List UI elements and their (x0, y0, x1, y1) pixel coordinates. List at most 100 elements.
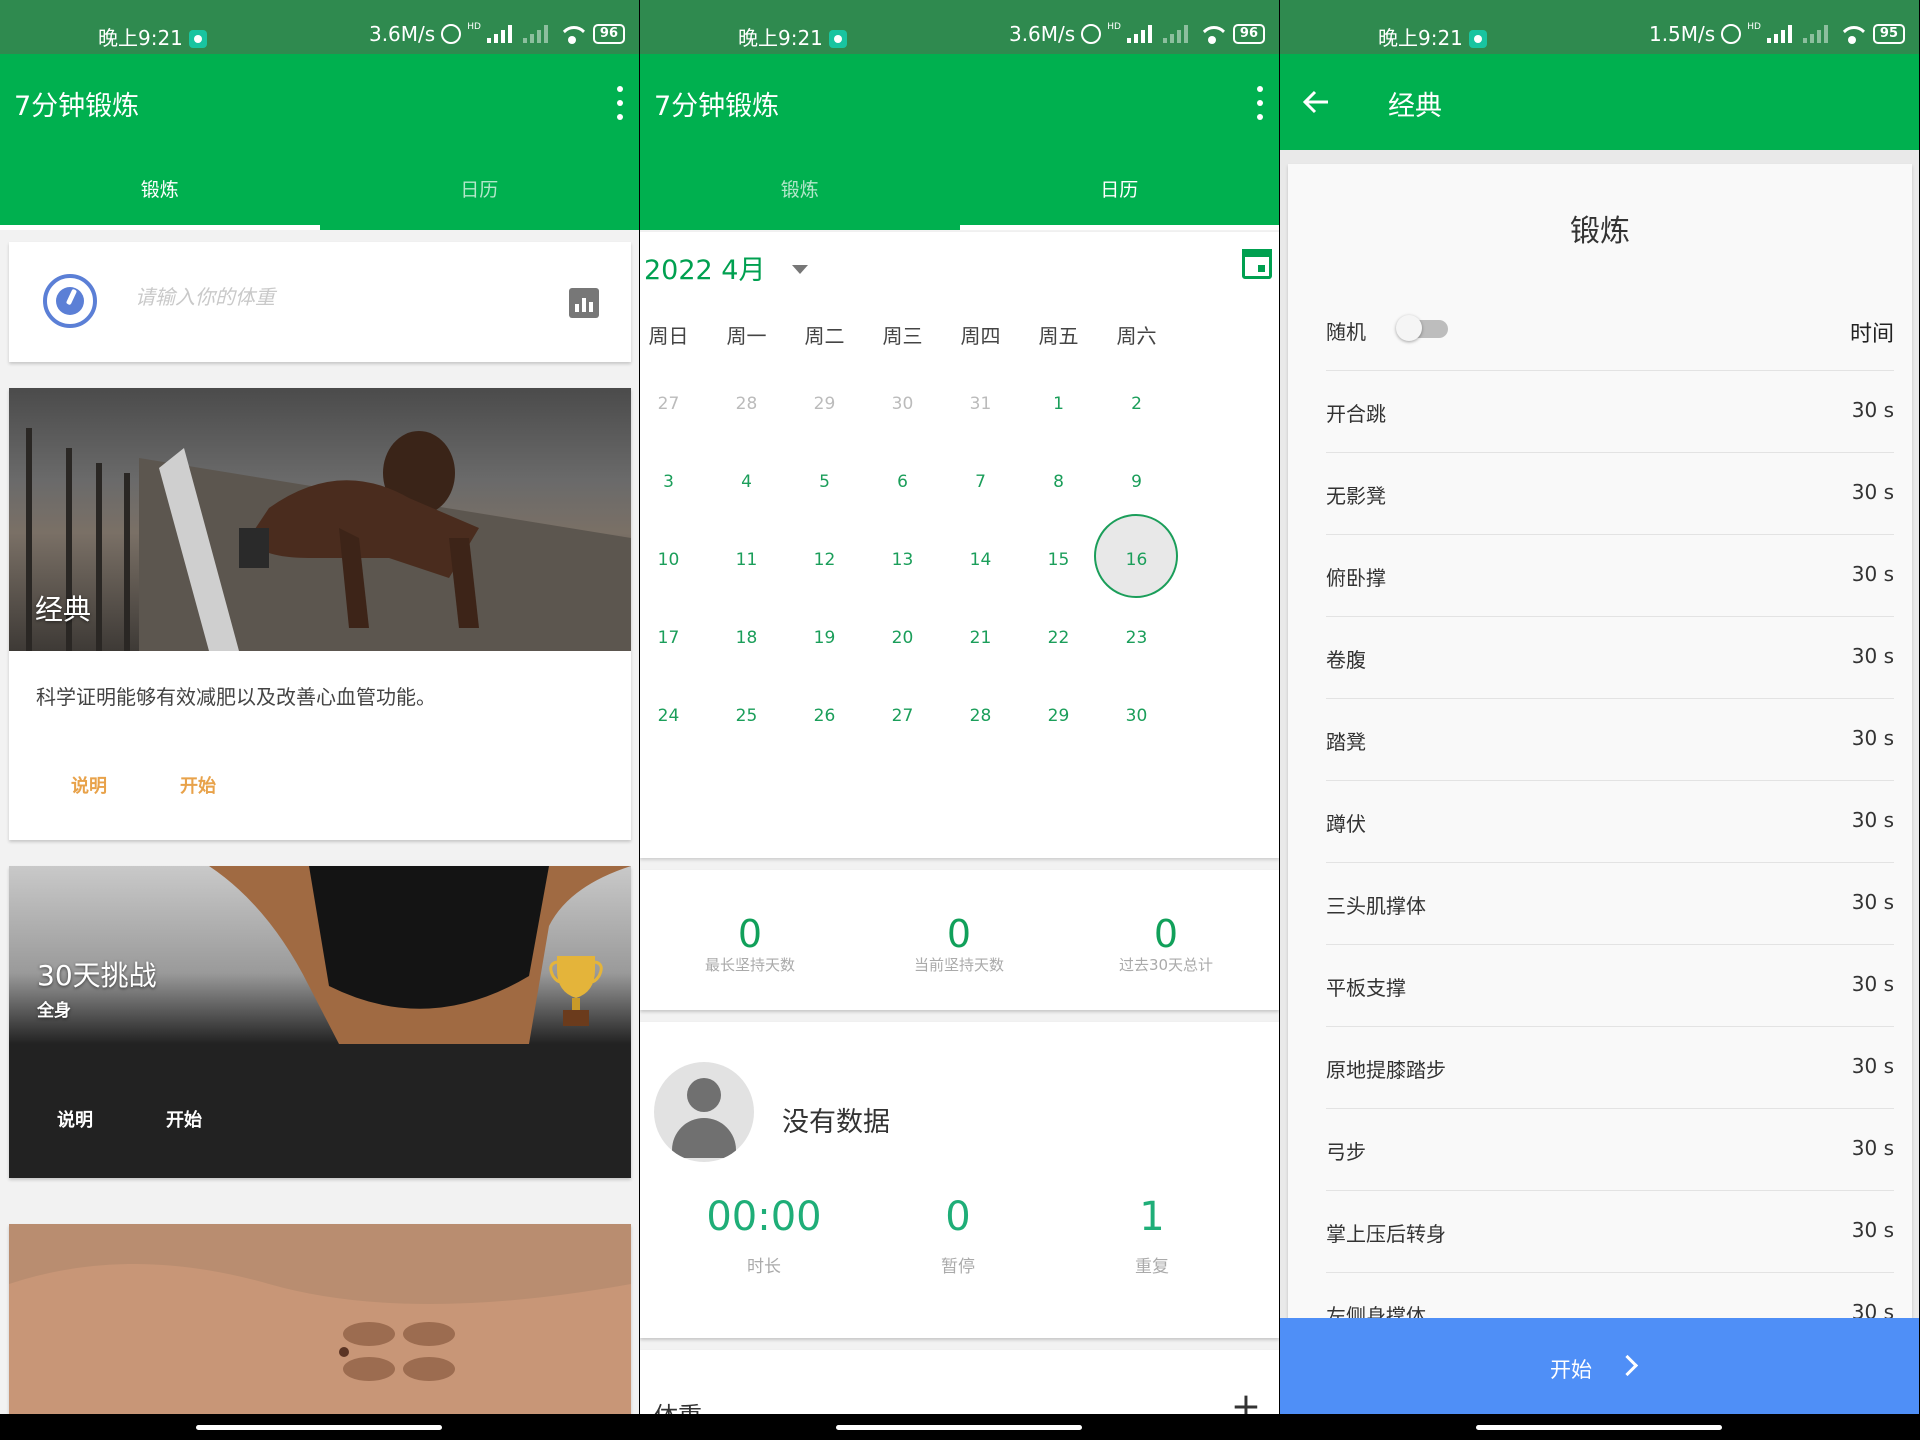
stat-last-30-days: 0 过去30天总计 (1066, 914, 1266, 975)
random-toggle[interactable] (1396, 315, 1448, 341)
exercise-row[interactable]: 掌上压后转身 30 s (1326, 1190, 1894, 1273)
hd-label: HD (1107, 22, 1121, 32)
exercise-row[interactable]: 卷腹 30 s (1326, 616, 1894, 699)
battery-indicator: 95 (1872, 24, 1905, 44)
calendar-day[interactable]: 9 (1091, 472, 1182, 492)
exercise-duration: 30 s (1851, 726, 1894, 750)
metric-pauses: 0 暂停 (858, 1194, 1058, 1277)
calendar-day[interactable]: 23 (1091, 628, 1182, 648)
home-indicator[interactable] (1476, 1425, 1722, 1430)
stat-label: 过去30天总计 (1118, 956, 1214, 974)
exercise-row[interactable]: 平板支撑 30 s (1326, 944, 1894, 1027)
stat-value: 0 (737, 912, 763, 956)
challenge-start-button[interactable]: 开始 (166, 1106, 202, 1132)
trophy-icon (549, 956, 603, 1026)
tab-workouts[interactable]: 锻炼 (0, 150, 320, 230)
calendar-screen: 晚上9:21 3.6M/s HD 96 7分钟锻炼 锻炼 日历 2022 4月 … (640, 0, 1279, 1440)
abs-workout-card (9, 1224, 631, 1440)
status-icons: 3.6M/s HD 96 (369, 22, 625, 46)
home-indicator[interactable] (196, 1425, 442, 1430)
weight-input[interactable] (133, 284, 437, 310)
security-icon (188, 30, 207, 48)
classic-explain-button[interactable]: 说明 (71, 772, 107, 798)
status-time: 晚上9:21 (738, 22, 847, 51)
signal-icon (486, 25, 517, 43)
exercise-row[interactable]: 原地提膝踏步 30 s (1326, 1026, 1894, 1109)
exercise-name: 蹲伏 (1326, 812, 1366, 836)
battery-indicator: 96 (592, 24, 625, 44)
bar-chart-icon[interactable] (569, 288, 599, 318)
exercise-row[interactable]: 蹲伏 30 s (1326, 780, 1894, 863)
classic-photo: 经典 (9, 388, 631, 651)
status-icons: 1.5M/s HD 95 (1649, 22, 1905, 46)
exercise-row[interactable]: 无影凳 30 s (1326, 452, 1894, 535)
classic-start-button[interactable]: 开始 (180, 772, 216, 798)
exercise-row[interactable]: 俯卧撑 30 s (1326, 534, 1894, 617)
app-bar: 7分钟锻炼 (640, 54, 1279, 150)
wifi-icon (1199, 24, 1227, 44)
status-icons: 3.6M/s HD 96 (1009, 22, 1265, 46)
alarm-icon (441, 24, 462, 44)
metric-value: 00:00 (706, 1194, 822, 1240)
tab-calendar[interactable]: 日历 (320, 150, 640, 230)
stat-value: 0 (946, 912, 972, 956)
exercise-name: 无影凳 (1326, 484, 1386, 508)
exercise-duration: 30 s (1851, 1218, 1894, 1242)
calendar-icon[interactable] (1242, 249, 1272, 279)
back-arrow-icon[interactable] (1300, 86, 1332, 118)
card-title: 锻炼 (1570, 214, 1630, 249)
exercise-name: 开合跳 (1326, 402, 1386, 426)
tab-workouts[interactable]: 锻炼 (640, 150, 960, 230)
workout-list-screen: 晚上9:21 3.6M/s HD 96 7分钟锻炼 锻炼 日历 请输入你的体重 … (0, 0, 639, 1440)
signal-2-icon (1162, 25, 1193, 43)
tab-calendar[interactable]: 日历 (959, 150, 1280, 230)
calendar-day[interactable]: 16 (1091, 550, 1182, 570)
stat-label: 最长坚持天数 (704, 956, 795, 974)
exercise-name: 平板支撑 (1326, 976, 1406, 1000)
start-button[interactable]: 开始 (1280, 1318, 1919, 1414)
exercise-row[interactable]: 开合跳 30 s (1326, 370, 1894, 453)
calendar-day[interactable]: 30 (1091, 706, 1182, 726)
no-data-label: 没有数据 (782, 1107, 890, 1138)
app-bar: 经典 (1280, 54, 1919, 150)
metric-value: 1 (1139, 1194, 1165, 1240)
exercise-list-card: 锻炼 随机 时间 开合跳 30 s 无影凳 30 s 俯卧撑 30 s 卷腹 30 s 踏凳 30… (1288, 164, 1912, 1414)
exercise-duration: 30 s (1851, 1054, 1894, 1078)
tab-bar: 锻炼 日历 (640, 150, 1279, 230)
home-indicator[interactable] (836, 1425, 1082, 1430)
wifi-icon (1839, 24, 1867, 44)
tab-bar: 锻炼 日历 (0, 150, 639, 230)
gesture-bar (640, 1414, 1279, 1440)
month-selector[interactable]: 2022 4月 (644, 248, 765, 287)
pushup-illustration (26, 428, 631, 651)
status-time: 晚上9:21 (1378, 22, 1487, 51)
weekday-label: 周六 (1116, 324, 1157, 348)
classic-workout-card: 经典 科学证明能够有效减肥以及改善心血管功能。 说明 开始 (9, 388, 631, 840)
exercise-row[interactable]: 踏凳 30 s (1326, 698, 1894, 781)
chevron-down-icon[interactable] (792, 265, 808, 274)
exercise-name: 原地提膝踏步 (1326, 1058, 1446, 1082)
stat-current-streak: 0 当前坚持天数 (859, 914, 1059, 975)
hd-label: HD (467, 22, 481, 32)
exercise-name: 弓步 (1326, 1140, 1366, 1164)
exercise-duration: 30 s (1851, 808, 1894, 832)
signal-icon (1766, 25, 1797, 43)
challenge-explain-button[interactable]: 说明 (57, 1106, 93, 1132)
alarm-icon (1721, 24, 1742, 44)
more-options-icon[interactable] (615, 86, 625, 120)
stat-longest-streak: 0 最长坚持天数 (650, 914, 850, 975)
status-time: 晚上9:21 (98, 22, 207, 51)
exercise-row[interactable]: 三头肌撑体 30 s (1326, 862, 1894, 945)
wifi-icon (559, 24, 587, 44)
metric-duration: 00:00 时长 (664, 1194, 864, 1277)
exercise-name: 踏凳 (1326, 730, 1366, 754)
exercise-row[interactable]: 弓步 30 s (1326, 1108, 1894, 1191)
exercise-name: 卷腹 (1326, 648, 1366, 672)
gauge-icon (43, 274, 97, 328)
more-options-icon[interactable] (1255, 86, 1265, 120)
calendar-day[interactable]: 2 (1091, 394, 1182, 414)
classic-detail-screen: 晚上9:21 1.5M/s HD 95 经典 锻炼 随机 时间 开合跳 30 s无… (1280, 0, 1919, 1440)
gesture-bar (1280, 1414, 1919, 1440)
signal-2-icon (1802, 25, 1833, 43)
stat-label: 当前坚持天数 (913, 956, 1004, 974)
